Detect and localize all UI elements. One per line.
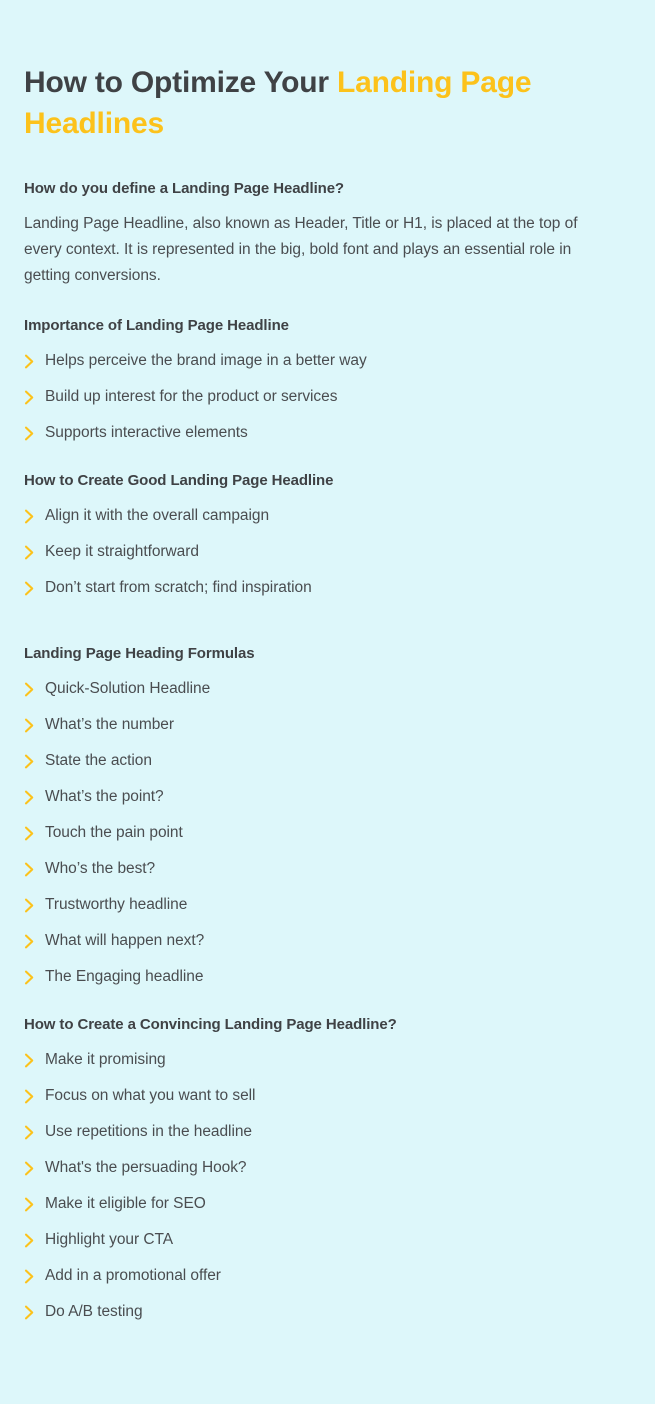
list-item-label: The Engaging headline	[45, 968, 204, 985]
list-item[interactable]: Make it eligible for SEO	[24, 1193, 631, 1215]
list-item-label: Make it eligible for SEO	[45, 1195, 206, 1212]
section-heading: Landing Page Heading Formulas	[24, 645, 255, 662]
list-item-label: What’s the point?	[45, 788, 164, 805]
chevron-right-icon	[24, 422, 36, 444]
list-item[interactable]: Keep it straightforward	[24, 541, 631, 563]
bullet-list: Helps perceive the brand image in a bett…	[24, 350, 631, 444]
chevron-right-icon	[24, 858, 36, 880]
chevron-right-icon	[24, 750, 36, 772]
list-item[interactable]: The Engaging headline	[24, 966, 631, 988]
list-item-label: Highlight your CTA	[45, 1231, 174, 1248]
list-item[interactable]: Touch the pain point	[24, 822, 631, 844]
list-item-label: Use repetitions in the headline	[45, 1123, 252, 1140]
list-item[interactable]: What's the persuading Hook?	[24, 1157, 631, 1179]
chevron-right-icon	[24, 966, 36, 988]
chevron-right-icon	[24, 1193, 36, 1215]
list-item-label: What's the persuading Hook?	[45, 1159, 247, 1176]
list-item[interactable]: Highlight your CTA	[24, 1229, 631, 1251]
chevron-right-icon	[24, 577, 36, 599]
list-item[interactable]: Quick-Solution Headline	[24, 678, 631, 700]
list-item-label: Don’t start from scratch; find inspirati…	[45, 579, 312, 596]
list-item[interactable]: Trustworthy headline	[24, 894, 631, 916]
list-item-label: State the action	[45, 752, 152, 769]
chevron-right-icon	[24, 894, 36, 916]
list-item[interactable]: Build up interest for the product or ser…	[24, 386, 631, 408]
sections-container: How do you define a Landing Page Headlin…	[24, 179, 631, 1323]
chevron-right-icon	[24, 350, 36, 372]
section-heading: Importance of Landing Page Headline	[24, 317, 289, 334]
chevron-right-icon	[24, 386, 36, 408]
list-item[interactable]: Helps perceive the brand image in a bett…	[24, 350, 631, 372]
chevron-right-icon	[24, 714, 36, 736]
chevron-right-icon	[24, 1085, 36, 1107]
list-item[interactable]: Align it with the overall campaign	[24, 505, 631, 527]
bullet-list: Quick-Solution Headline What’s the number…	[24, 678, 631, 988]
section-heading: How to Create Good Landing Page Headline	[24, 472, 334, 489]
list-item-label: Touch the pain point	[45, 824, 183, 841]
page-title: How to Optimize Your Landing Page Headli…	[24, 0, 544, 144]
chevron-right-icon	[24, 930, 36, 952]
content-section: Landing Page Heading Formulas Quick-Solut…	[24, 644, 631, 988]
list-item[interactable]: What’s the point?	[24, 786, 631, 808]
list-item-label: What’s the number	[45, 716, 174, 733]
list-item-label: Keep it straightforward	[45, 543, 199, 560]
content-section: How do you define a Landing Page Headlin…	[24, 179, 631, 289]
list-item-label: What will happen next?	[45, 932, 205, 949]
list-item[interactable]: Use repetitions in the headline	[24, 1121, 631, 1143]
list-item-label: Align it with the overall campaign	[45, 507, 270, 524]
list-item[interactable]: What’s the number	[24, 714, 631, 736]
bullet-list: Make it promising Focus on what you want …	[24, 1049, 631, 1323]
list-item[interactable]: Do A/B testing	[24, 1301, 631, 1323]
list-item[interactable]: Who’s the best?	[24, 858, 631, 880]
list-item-label: Make it promising	[45, 1051, 166, 1068]
list-item-label: Supports interactive elements	[45, 424, 248, 441]
list-item-label: Helps perceive the brand image in a bett…	[45, 352, 367, 369]
chevron-right-icon	[24, 822, 36, 844]
list-item-label: Add in a promotional offer	[45, 1267, 221, 1284]
content-section: How to Create Good Landing Page Headline…	[24, 471, 631, 599]
chevron-right-icon	[24, 1229, 36, 1251]
list-item[interactable]: Supports interactive elements	[24, 422, 631, 444]
list-item[interactable]: Focus on what you want to sell	[24, 1085, 631, 1107]
list-item-label: Do A/B testing	[45, 1303, 143, 1320]
list-item[interactable]: State the action	[24, 750, 631, 772]
section-heading: How do you define a Landing Page Headlin…	[24, 180, 344, 197]
chevron-right-icon	[24, 678, 36, 700]
page-title-lead: How to Optimize Your	[24, 66, 338, 99]
chevron-right-icon	[24, 1121, 36, 1143]
chevron-right-icon	[24, 1049, 36, 1071]
list-item-label: Quick-Solution Headline	[45, 680, 211, 697]
list-item[interactable]: What will happen next?	[24, 930, 631, 952]
content-section: How to Create a Convincing Landing Page …	[24, 1015, 631, 1323]
section-paragraph: Landing Page Headline, also known as Hea…	[24, 215, 578, 284]
chevron-right-icon	[24, 1265, 36, 1287]
list-item-label: Who’s the best?	[45, 860, 156, 877]
infographic-page: How to Optimize Your Landing Page Headli…	[0, 0, 655, 1404]
list-item[interactable]: Make it promising	[24, 1049, 631, 1071]
content-section: Importance of Landing Page Headline Helps…	[24, 316, 631, 444]
list-item-label: Focus on what you want to sell	[45, 1087, 256, 1104]
bullet-list: Align it with the overall campaign Keep i…	[24, 505, 631, 599]
chevron-right-icon	[24, 1157, 36, 1179]
list-item[interactable]: Don’t start from scratch; find inspirati…	[24, 577, 631, 599]
list-item-label: Build up interest for the product or ser…	[45, 388, 338, 405]
chevron-right-icon	[24, 505, 36, 527]
chevron-right-icon	[24, 1301, 36, 1323]
section-heading: How to Create a Convincing Landing Page …	[24, 1016, 397, 1033]
list-item-label: Trustworthy headline	[45, 896, 188, 913]
list-item[interactable]: Add in a promotional offer	[24, 1265, 631, 1287]
chevron-right-icon	[24, 541, 36, 563]
chevron-right-icon	[24, 786, 36, 808]
